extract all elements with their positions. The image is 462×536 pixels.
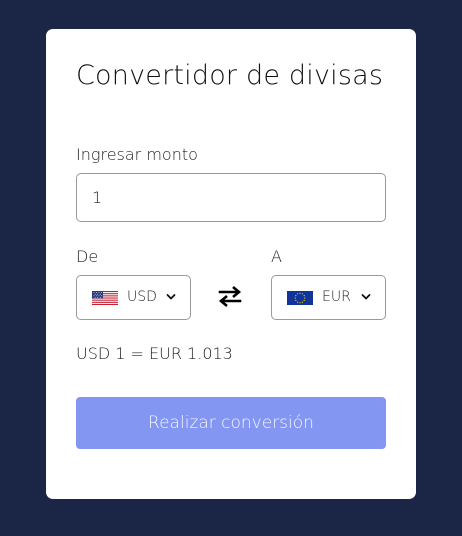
amount-label: Ingresar monto: [76, 145, 198, 164]
chevron-down-icon: [166, 294, 176, 300]
to-currency-code: EUR: [322, 289, 351, 305]
to-currency-select[interactable]: EUR: [271, 275, 386, 320]
eu-flag-icon: [287, 291, 313, 305]
converter-card: Convertidor de divisas Ingresar monto De…: [46, 29, 416, 499]
from-currency-select[interactable]: USD: [76, 275, 191, 320]
from-currency-code: USD: [127, 289, 157, 305]
convert-button[interactable]: Realizar conversión: [76, 397, 386, 449]
amount-input[interactable]: [76, 173, 386, 222]
from-label: De: [76, 247, 99, 266]
us-flag-icon: [92, 291, 118, 305]
page-title: Convertidor de divisas: [76, 60, 384, 91]
to-label: A: [271, 247, 282, 266]
swap-arrows-icon[interactable]: [216, 282, 244, 310]
exchange-rate-text: USD 1 = EUR 1.013: [76, 344, 233, 363]
chevron-down-icon: [361, 294, 371, 300]
